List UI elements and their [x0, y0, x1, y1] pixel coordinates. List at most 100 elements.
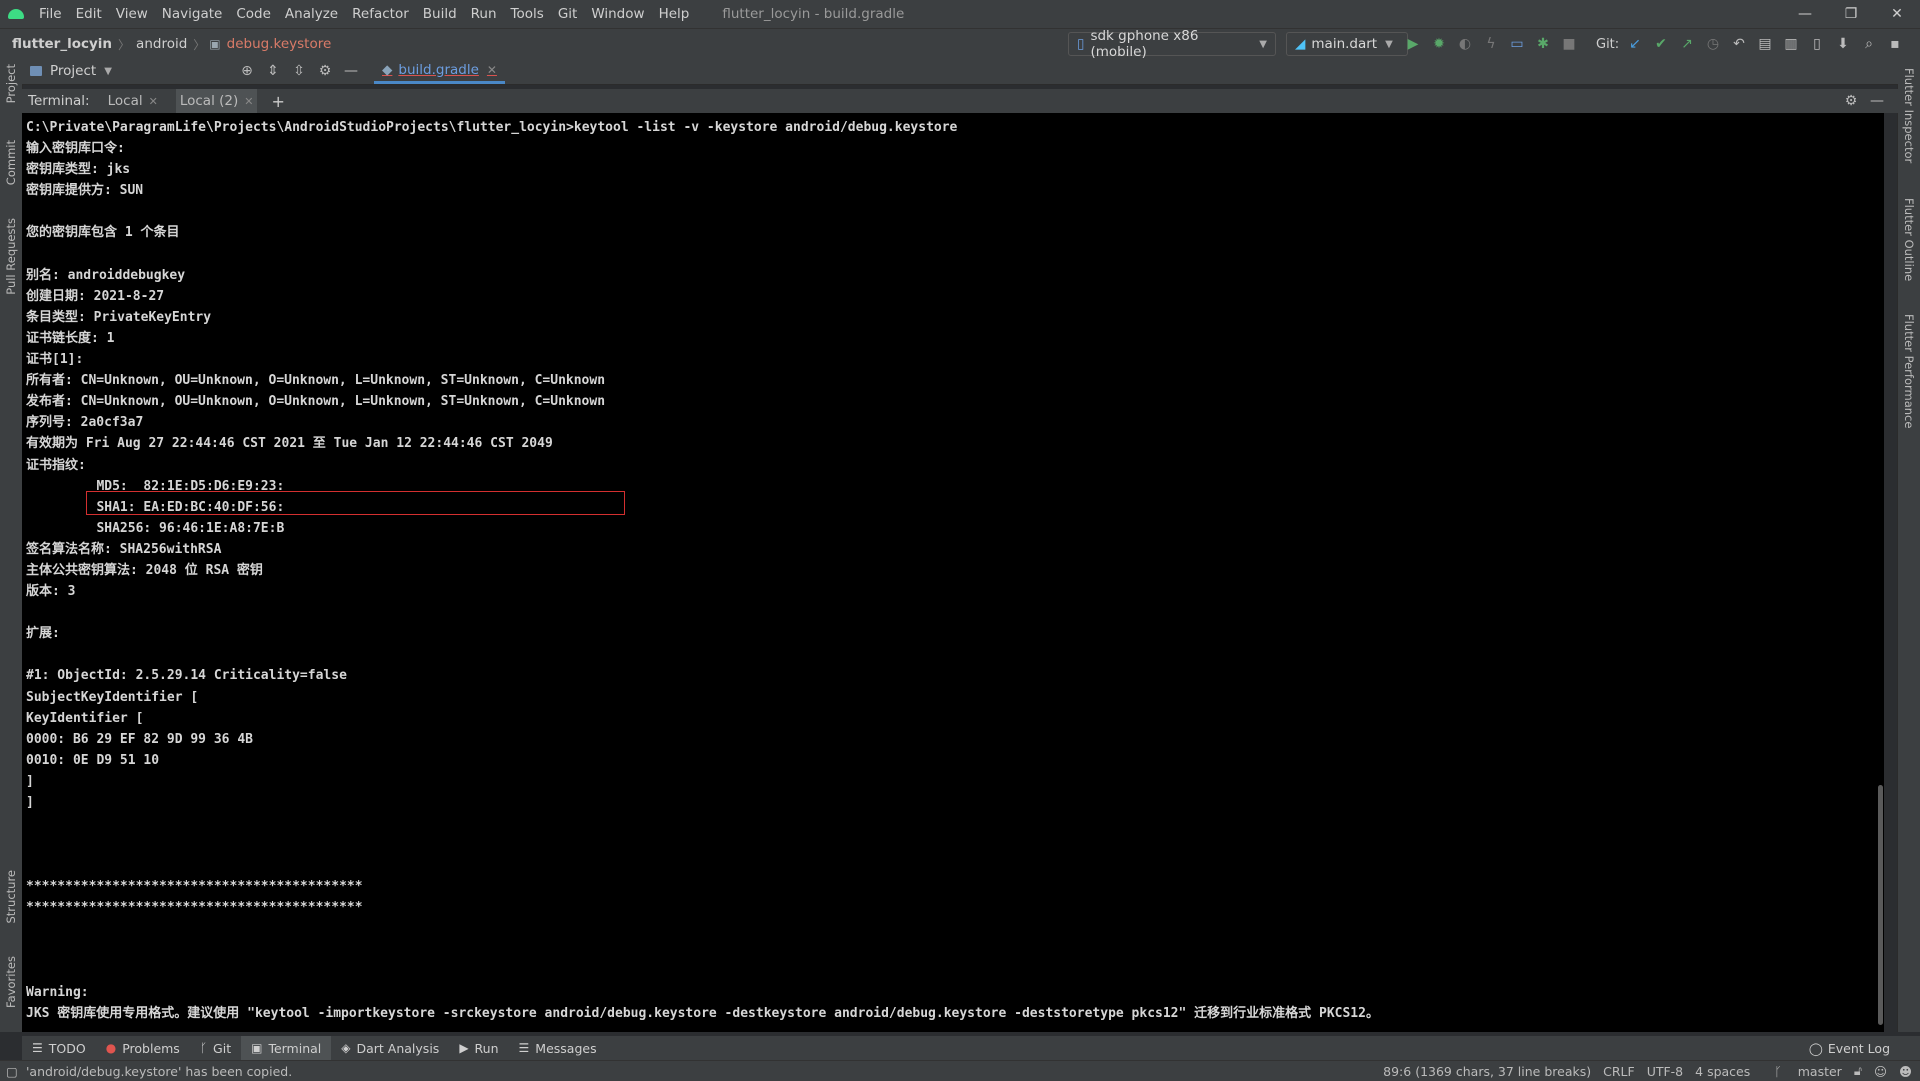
menu-window[interactable]: Window: [584, 0, 651, 28]
git-push-icon[interactable]: ↗: [1674, 36, 1700, 52]
stripe-flutter-performance[interactable]: Flutter Performance: [1902, 314, 1916, 428]
breadcrumb-file[interactable]: debug.keystore: [221, 36, 338, 52]
menu-git[interactable]: Git: [551, 0, 585, 28]
close-window-button[interactable]: ✕: [1874, 0, 1920, 28]
terminal-line: ]: [26, 795, 34, 810]
git-commit-icon[interactable]: ✔: [1648, 36, 1674, 52]
menu-edit[interactable]: Edit: [69, 0, 109, 28]
close-icon[interactable]: ✕: [487, 63, 497, 77]
editor-tab-build-gradle[interactable]: ◆ build.gradle ✕: [374, 58, 505, 84]
stripe-structure[interactable]: Structure: [4, 870, 18, 924]
terminal-tab-local-2[interactable]: Local (2) ✕: [175, 89, 258, 113]
menu-help[interactable]: Help: [652, 0, 697, 28]
terminal-scrollbar[interactable]: [1876, 113, 1884, 1032]
avatar[interactable]: ▪: [1882, 36, 1908, 52]
run-icon[interactable]: ▶: [1400, 36, 1426, 52]
stop-icon[interactable]: ■: [1556, 36, 1582, 52]
menu-run[interactable]: Run: [464, 0, 504, 28]
lock-icon[interactable]: 🔓︎: [1854, 1063, 1862, 1079]
search-icon[interactable]: ⌕: [1856, 36, 1882, 52]
tool-tab-label: Run: [474, 1040, 499, 1056]
debug-attach-icon[interactable]: ✱: [1530, 36, 1556, 52]
terminal-line: Warning:: [26, 984, 89, 1000]
stripe-flutter-inspector[interactable]: Flutter Inspector: [1902, 68, 1916, 163]
layout-icon[interactable]: ▥: [1778, 36, 1804, 52]
scrollbar-thumb[interactable]: [1878, 785, 1883, 1025]
tool-tab-problems[interactable]: ● Problems: [96, 1036, 190, 1060]
collapse-all-icon[interactable]: ⇳: [286, 63, 312, 79]
stripe-favorites[interactable]: Favorites: [4, 956, 18, 1008]
tool-tab-run[interactable]: ▶ Run: [449, 1036, 508, 1060]
event-log-icon: ◯: [1808, 1040, 1823, 1056]
tool-tab-messages[interactable]: ☰ Messages: [509, 1036, 607, 1060]
menu-code[interactable]: Code: [229, 0, 278, 28]
menu-build[interactable]: Build: [416, 0, 464, 28]
avd-manager-icon[interactable]: ▯: [1804, 36, 1830, 52]
inspector-icon[interactable]: ☺: [1874, 1064, 1887, 1079]
panel-toggle-icon[interactable]: ▢: [6, 1064, 18, 1079]
expand-all-icon[interactable]: ⇕: [260, 63, 286, 79]
minimize-button[interactable]: —: [1782, 0, 1828, 28]
attach-icon[interactable]: ▭: [1504, 36, 1530, 52]
git-branch[interactable]: ᚴ master: [1762, 1064, 1842, 1079]
project-structure-icon[interactable]: ▤: [1752, 36, 1778, 52]
left-tool-stripe: Project Commit Pull Requests Structure F…: [0, 58, 23, 1032]
terminal-panel-actions: ⚙ —: [1838, 93, 1890, 109]
profile-icon[interactable]: ◐: [1452, 36, 1478, 52]
run-config-selector[interactable]: ◢ main.dart ▼: [1286, 32, 1408, 56]
tool-tab-terminal[interactable]: ▣ Terminal: [241, 1036, 332, 1060]
indent-setting[interactable]: 4 spaces: [1695, 1064, 1750, 1079]
stripe-project[interactable]: Project: [4, 64, 18, 103]
tool-tab-git[interactable]: ᚴ Git: [190, 1036, 241, 1060]
menu-navigate[interactable]: Navigate: [155, 0, 230, 28]
tool-tab-dart-analysis[interactable]: ◈ Dart Analysis: [331, 1036, 449, 1060]
close-icon[interactable]: ✕: [149, 95, 158, 108]
notifications-icon[interactable]: ☻: [1899, 1064, 1912, 1079]
terminal-line: 证书链长度: 1: [26, 330, 115, 346]
status-message[interactable]: 'android/debug.keystore' has been copied…: [26, 1064, 292, 1079]
stripe-flutter-outline[interactable]: Flutter Outline: [1902, 198, 1916, 281]
project-view-selector[interactable]: Project ▼: [30, 63, 112, 79]
breadcrumb-android[interactable]: android: [130, 36, 193, 52]
breadcrumb-project[interactable]: flutter_locyin: [6, 36, 118, 52]
chevron-down-icon: ▼: [1259, 38, 1267, 50]
tool-tab-todo[interactable]: ☰ TODO: [22, 1036, 96, 1060]
hide-icon[interactable]: —: [1864, 93, 1890, 109]
hot-reload-icon[interactable]: ϟ: [1478, 36, 1504, 52]
debug-icon[interactable]: ✹: [1426, 36, 1452, 52]
restore-button[interactable]: ❐: [1828, 0, 1874, 28]
git-update-icon[interactable]: ↙: [1622, 36, 1648, 52]
terminal-output[interactable]: C:\Private\ParagramLife\Projects\Android…: [22, 113, 1884, 1032]
terminal-line: 别名: androiddebugkey: [26, 267, 186, 283]
close-icon[interactable]: ✕: [244, 95, 253, 108]
menu-refactor[interactable]: Refactor: [345, 0, 416, 28]
file-encoding[interactable]: UTF-8: [1647, 1064, 1683, 1079]
terminal-lines: C:\Private\ParagramLife\Projects\Android…: [22, 113, 1884, 1024]
sdk-manager-icon[interactable]: ⬇: [1830, 36, 1856, 52]
history-icon[interactable]: ◷: [1700, 36, 1726, 52]
gear-icon[interactable]: ⚙: [312, 63, 338, 79]
device-selector[interactable]: ▯ sdk gphone x86 (mobile) ▼: [1068, 28, 1276, 60]
gradle-icon: ◆: [382, 61, 393, 78]
menu-analyze[interactable]: Analyze: [278, 0, 345, 28]
error-icon: ●: [105, 1041, 117, 1055]
new-terminal-button[interactable]: +: [271, 92, 284, 111]
menu-tools[interactable]: Tools: [504, 0, 551, 28]
menu-view[interactable]: View: [109, 0, 155, 28]
terminal-tab-local[interactable]: Local ✕: [104, 89, 162, 113]
menu-file[interactable]: File: [32, 0, 69, 28]
event-log-button[interactable]: ◯ Event Log: [1809, 1041, 1890, 1056]
hide-icon[interactable]: —: [338, 63, 364, 79]
caret-position[interactable]: 89:6 (1369 chars, 37 line breaks): [1383, 1064, 1591, 1079]
line-separator[interactable]: CRLF: [1603, 1064, 1635, 1079]
stripe-commit[interactable]: Commit: [4, 140, 18, 185]
locate-icon[interactable]: ⊕: [234, 63, 260, 79]
stripe-pull-requests[interactable]: Pull Requests: [4, 218, 18, 295]
terminal-line: 密钥库类型: jks: [26, 162, 131, 178]
chevron-down-icon: ▼: [104, 65, 112, 77]
rollback-icon[interactable]: ↶: [1726, 36, 1752, 52]
gear-icon[interactable]: ⚙: [1838, 93, 1864, 109]
